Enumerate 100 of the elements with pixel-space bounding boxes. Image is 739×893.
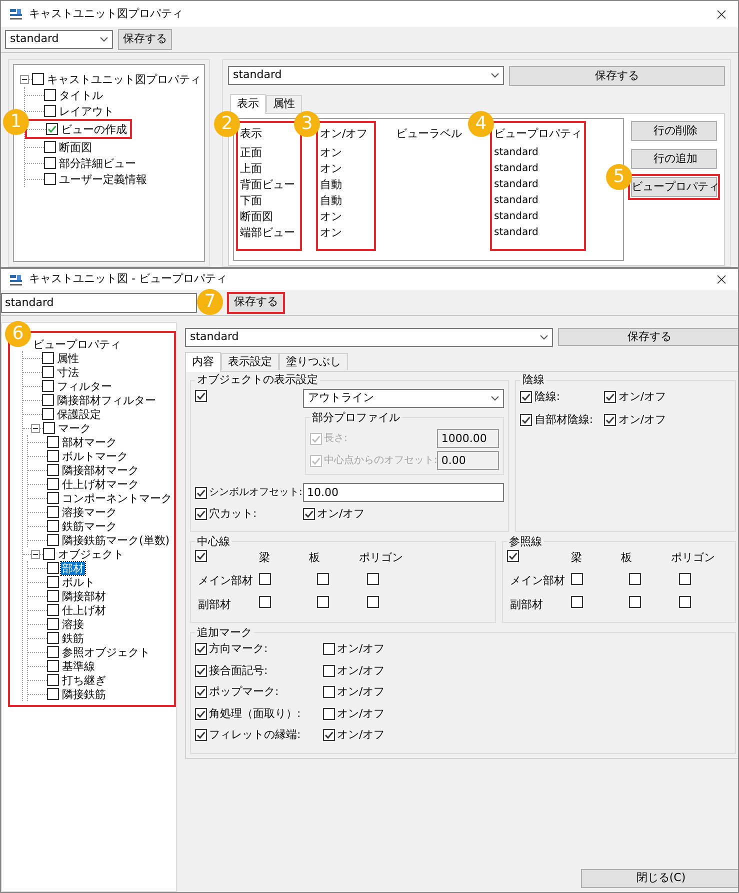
tab[interactable]: 内容	[185, 352, 221, 372]
checkbox[interactable]	[323, 729, 335, 742]
checkbox[interactable]	[629, 572, 641, 584]
button[interactable]: 閉じる(C)	[581, 869, 738, 888]
tab[interactable]: 属性	[266, 95, 302, 112]
tree-item[interactable]: ボルト	[61, 576, 96, 588]
checkbox[interactable]	[303, 508, 315, 520]
checkbox[interactable]	[47, 492, 59, 504]
tree-item[interactable]: 隣接鉄筋	[61, 688, 107, 700]
dropdown[interactable]: standard	[5, 30, 113, 49]
checkbox[interactable]	[195, 643, 207, 656]
tree-item[interactable]: 隣接部材	[61, 590, 107, 602]
tree-item[interactable]: ユーザー定義情報	[58, 172, 148, 186]
checkbox[interactable]	[47, 674, 59, 686]
tab[interactable]: 塗りつぶし	[279, 353, 348, 370]
text-field[interactable]: standard	[1, 292, 197, 312]
tree-item[interactable]: 仕上げ材	[61, 604, 107, 616]
tree-item[interactable]: キャストユニット図プロパティ	[46, 72, 202, 86]
checkbox[interactable]	[42, 366, 54, 378]
collapse-icon[interactable]	[31, 424, 40, 432]
tree-item[interactable]: タイトル	[58, 88, 104, 102]
tree-item[interactable]: 属性	[56, 352, 80, 364]
dropdown[interactable]: アウトライン	[303, 388, 504, 408]
checkbox[interactable]	[317, 596, 329, 608]
checkbox[interactable]	[367, 572, 379, 584]
checkbox[interactable]	[679, 596, 691, 608]
checkbox[interactable]	[47, 562, 59, 574]
button[interactable]: 行の追加	[631, 149, 717, 169]
checkbox[interactable]	[47, 660, 59, 672]
dropdown[interactable]: standard	[228, 66, 504, 85]
tree-item[interactable]: 隣接部材マーク	[61, 464, 140, 476]
checkbox[interactable]	[43, 422, 55, 434]
tree-item[interactable]: ビューの作成	[60, 122, 128, 136]
checkbox[interactable]	[47, 436, 59, 448]
tree-item[interactable]: 隣接鉄筋マーク(単数)	[61, 534, 171, 546]
button[interactable]: 行の削除	[631, 121, 717, 141]
checkbox[interactable]	[259, 572, 271, 584]
checkbox[interactable]	[47, 506, 59, 518]
save-button[interactable]: 保存する	[227, 292, 285, 314]
button[interactable]: 保存する	[558, 328, 738, 346]
tree-item[interactable]: フィルター	[56, 380, 113, 392]
checkbox[interactable]	[43, 548, 55, 560]
checkbox[interactable]	[47, 604, 59, 616]
checkbox[interactable]	[47, 646, 59, 658]
checkbox[interactable]	[47, 576, 59, 588]
checkbox[interactable]	[195, 550, 207, 562]
tree-item[interactable]: 寸法	[56, 366, 80, 378]
checkbox[interactable]	[47, 618, 59, 630]
tree-item[interactable]: 部材	[61, 562, 85, 574]
collapse-icon[interactable]	[31, 550, 40, 558]
button[interactable]: 保存する	[118, 29, 172, 50]
checkbox[interactable]	[47, 520, 59, 532]
checkbox[interactable]	[44, 141, 56, 153]
checkbox[interactable]	[317, 572, 329, 584]
checkbox[interactable]	[520, 414, 532, 426]
tree-item[interactable]: 溶接	[61, 618, 85, 630]
checkbox[interactable]	[47, 590, 59, 602]
checkbox[interactable]	[507, 550, 519, 562]
checkbox[interactable]	[323, 686, 335, 698]
checkbox[interactable]	[47, 632, 59, 644]
tree-item[interactable]: オブジェクト	[57, 548, 125, 560]
checkbox[interactable]	[629, 596, 641, 608]
checkbox[interactable]	[195, 729, 207, 742]
checkbox[interactable]	[44, 157, 56, 169]
checkbox[interactable]	[44, 173, 56, 185]
tree-item[interactable]: 保護設定	[56, 408, 102, 420]
checkbox[interactable]	[32, 73, 44, 85]
checkbox[interactable]	[604, 414, 616, 426]
tree-item[interactable]: レイアウト	[58, 104, 115, 118]
tree-item[interactable]: 仕上げ材マーク	[61, 478, 140, 490]
checkbox[interactable]	[323, 664, 335, 677]
checkbox[interactable]	[42, 380, 54, 392]
collapse-icon[interactable]	[20, 74, 29, 84]
checkbox[interactable]	[44, 89, 56, 101]
tree-item[interactable]: 基準線	[61, 660, 96, 672]
dropdown[interactable]: standard	[185, 328, 553, 347]
checkbox[interactable]	[47, 464, 59, 476]
checkbox[interactable]	[42, 352, 54, 364]
tree-item[interactable]: ビュープロパティ	[32, 338, 122, 350]
tree-item[interactable]: 隣接部材フィルター	[56, 394, 157, 406]
tree-item[interactable]: 断面図	[58, 140, 93, 154]
checkbox[interactable]	[604, 390, 616, 403]
checkbox[interactable]	[195, 508, 207, 520]
checkbox[interactable]	[679, 572, 691, 584]
checkbox[interactable]	[47, 478, 59, 490]
tree-item[interactable]: コンポーネントマーク	[61, 492, 173, 504]
checkbox[interactable]	[571, 596, 583, 608]
checkbox[interactable]	[46, 123, 58, 135]
checkbox[interactable]	[367, 596, 379, 608]
tree-item[interactable]: 部材マーク	[61, 436, 118, 448]
checkbox[interactable]	[195, 486, 207, 498]
text-field[interactable]: 10.00	[303, 483, 504, 502]
tree-item[interactable]: 鉄筋マーク	[61, 520, 118, 532]
tree-item[interactable]: 参照オブジェクト	[61, 646, 151, 658]
tree-item[interactable]: 溶接マーク	[61, 506, 118, 518]
tree-item[interactable]: ボルトマーク	[61, 450, 129, 462]
button[interactable]: ビュープロパティ	[631, 177, 717, 197]
button[interactable]: 保存する	[509, 66, 725, 86]
checkbox[interactable]	[520, 390, 532, 403]
checkbox[interactable]	[47, 534, 59, 546]
